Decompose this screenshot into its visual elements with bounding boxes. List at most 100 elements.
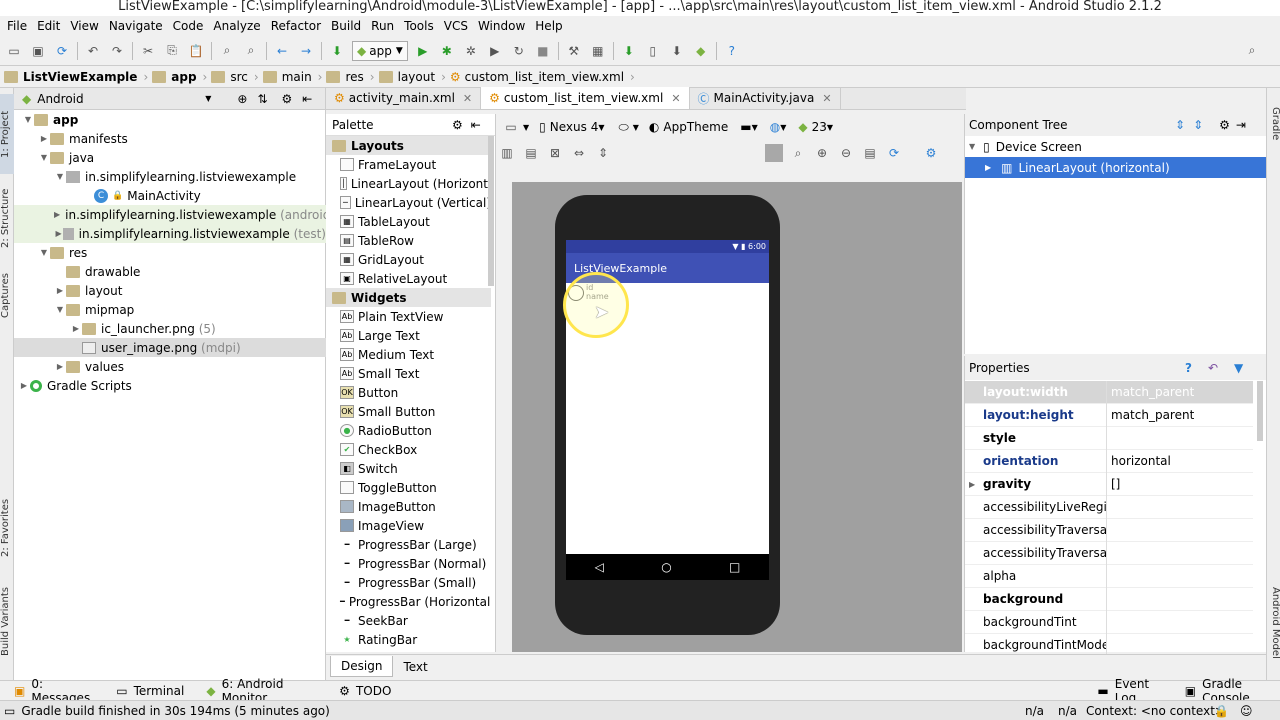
property-value[interactable]: horizontal: [1107, 454, 1171, 468]
palette-item[interactable]: ToggleButton: [326, 478, 491, 497]
palette-item[interactable]: ★ RatingBar: [326, 630, 491, 649]
breadcrumb-app[interactable]: app ›: [152, 70, 207, 84]
run-icon[interactable]: ▶: [414, 42, 432, 60]
chevron-down-icon[interactable]: ▼: [523, 123, 529, 132]
fill-height-icon[interactable]: ⇕: [594, 144, 612, 162]
sdk-manager-icon[interactable]: ⬇: [668, 42, 686, 60]
lock-icon[interactable]: 🔒: [1214, 704, 1229, 718]
breadcrumb-project[interactable]: ListViewExample ›: [4, 70, 148, 84]
property-value[interactable]: match_parent: [1107, 408, 1194, 422]
menu-view[interactable]: View: [70, 19, 98, 33]
palette-item[interactable]: ━ ProgressBar (Normal): [326, 554, 491, 573]
tree-item-ic-launcher[interactable]: ▶ ic_launcher.png (5): [14, 319, 326, 338]
tree-item-values[interactable]: ▶ values: [14, 357, 326, 376]
property-row[interactable]: layout:width match_parent: [965, 380, 1253, 404]
palette-item[interactable]: ImageButton: [326, 497, 491, 516]
project-view-select[interactable]: Android: [37, 92, 187, 106]
open-icon[interactable]: ▭: [5, 42, 23, 60]
orientation-icon[interactable]: ⬭: [618, 120, 628, 135]
tree-node-linearlayout[interactable]: ▶ ▥ LinearLayout (horizontal): [965, 157, 1266, 178]
find-icon[interactable]: ⌕: [218, 42, 236, 60]
property-value[interactable]: []: [1107, 477, 1120, 491]
property-row[interactable]: accessibilityTraversalAfter: [965, 518, 1253, 542]
palette-item[interactable]: OK Small Button: [326, 402, 491, 421]
debug-icon[interactable]: ✱: [438, 42, 456, 60]
save-icon[interactable]: ▣: [29, 42, 47, 60]
chevron-down-icon[interactable]: ▼: [205, 94, 211, 103]
property-value[interactable]: match_parent: [1107, 385, 1194, 399]
palette-item[interactable]: ▤ TableRow: [326, 231, 491, 250]
chevron-down-icon[interactable]: ▼: [633, 123, 639, 132]
palette-item[interactable]: OK Button: [326, 383, 491, 402]
collapse-all-icon[interactable]: ⇕: [1193, 118, 1203, 132]
palette-item[interactable]: Ab Medium Text: [326, 345, 491, 364]
menu-window[interactable]: Window: [478, 19, 525, 33]
android-device-monitor-icon[interactable]: ◆: [692, 42, 710, 60]
avd-manager-icon[interactable]: ▯: [644, 42, 662, 60]
palette-item[interactable]: ▦ TableLayout: [326, 212, 491, 231]
remove-all-icon[interactable]: ⊠: [546, 144, 564, 162]
chevron-down-icon[interactable]: ▼: [598, 123, 604, 132]
palette-item[interactable]: ▣ RelativeLayout: [326, 269, 491, 288]
menu-refactor[interactable]: Refactor: [271, 19, 321, 33]
redo-icon[interactable]: ↷: [108, 42, 126, 60]
tool-tab-build-variants[interactable]: Build Variants: [0, 582, 14, 662]
palette-item[interactable]: ✔ CheckBox: [326, 440, 491, 459]
gear-icon[interactable]: ⚙: [452, 118, 463, 132]
tool-tab-favorites[interactable]: 2: Favorites: [0, 488, 14, 568]
tool-tab-structure[interactable]: 2: Structure: [0, 178, 14, 258]
tool-window-terminal[interactable]: ▭ Terminal: [116, 684, 184, 698]
paste-icon[interactable]: 📋: [187, 42, 205, 60]
close-icon[interactable]: ✕: [463, 92, 472, 105]
forward-icon[interactable]: →: [297, 42, 315, 60]
property-row[interactable]: layout:height match_parent: [965, 403, 1253, 427]
replace-icon[interactable]: ⌕: [242, 42, 260, 60]
tree-item-drawable[interactable]: drawable: [14, 262, 326, 281]
copy-icon[interactable]: ⎘: [163, 42, 181, 60]
layout-vertical-icon[interactable]: ▤: [522, 144, 540, 162]
palette-item[interactable]: ━ ProgressBar (Large): [326, 535, 491, 554]
breadcrumb-main[interactable]: main ›: [262, 70, 322, 84]
gear-icon[interactable]: ⚙: [282, 92, 293, 106]
search-everywhere-icon[interactable]: ⌕: [1243, 42, 1261, 60]
select-mode-icon[interactable]: [765, 144, 783, 162]
menu-analyze[interactable]: Analyze: [213, 19, 260, 33]
layout-horizontal-icon[interactable]: ▥: [498, 144, 516, 162]
cut-icon[interactable]: ✂: [139, 42, 157, 60]
palette-item[interactable]: Ab Small Text: [326, 364, 491, 383]
close-icon[interactable]: ✕: [822, 92, 831, 105]
palette-item[interactable]: ━ ProgressBar (Horizontal): [326, 592, 491, 611]
palette-group-layouts[interactable]: Layouts: [326, 136, 491, 155]
stop-icon[interactable]: ■: [534, 42, 552, 60]
palette-scrollbar[interactable]: [488, 136, 494, 286]
palette-item[interactable]: │ LinearLayout (Horizontal): [326, 174, 491, 193]
status-panel-icon[interactable]: ▭: [4, 704, 15, 718]
target-icon[interactable]: ⊕: [237, 92, 247, 106]
zoom-fit-icon[interactable]: ⌕: [789, 144, 807, 162]
fill-width-icon[interactable]: ⇔: [570, 144, 588, 162]
hide-panel-icon[interactable]: ⇤: [302, 92, 312, 106]
tool-tab-android-model[interactable]: Android Model: [1267, 578, 1280, 668]
breadcrumb-src[interactable]: src ›: [211, 70, 259, 84]
properties-scrollbar[interactable]: [1257, 381, 1263, 441]
chevron-down-icon[interactable]: ▼: [752, 123, 758, 132]
gradle-sync-icon[interactable]: ⬇: [620, 42, 638, 60]
palette-item[interactable]: FrameLayout: [326, 155, 491, 174]
breadcrumb-res[interactable]: res ›: [326, 70, 375, 84]
menu-navigate[interactable]: Navigate: [109, 19, 163, 33]
palette-item[interactable]: ─ LinearLayout (Vertical): [326, 193, 491, 212]
palette-item[interactable]: ━ ProgressBar (Small): [326, 573, 491, 592]
tree-item-java[interactable]: ▼ java: [14, 148, 326, 167]
property-row[interactable]: background: [965, 587, 1253, 611]
menu-file[interactable]: File: [7, 19, 27, 33]
tree-item-res[interactable]: ▼ res: [14, 243, 326, 262]
undo-icon[interactable]: ↶: [84, 42, 102, 60]
palette-item[interactable]: ▦ GridLayout: [326, 250, 491, 269]
attach-debugger-icon[interactable]: ✲: [462, 42, 480, 60]
expand-all-icon[interactable]: ⇕: [1175, 118, 1185, 132]
close-icon[interactable]: ✕: [671, 92, 680, 105]
breadcrumb-file[interactable]: ⚙ custom_list_item_view.xml ›: [450, 70, 635, 84]
zoom-in-icon[interactable]: ⊕: [813, 144, 831, 162]
collapse-all-icon[interactable]: ⇅: [257, 92, 267, 106]
make-project-icon[interactable]: ⬇: [328, 42, 346, 60]
